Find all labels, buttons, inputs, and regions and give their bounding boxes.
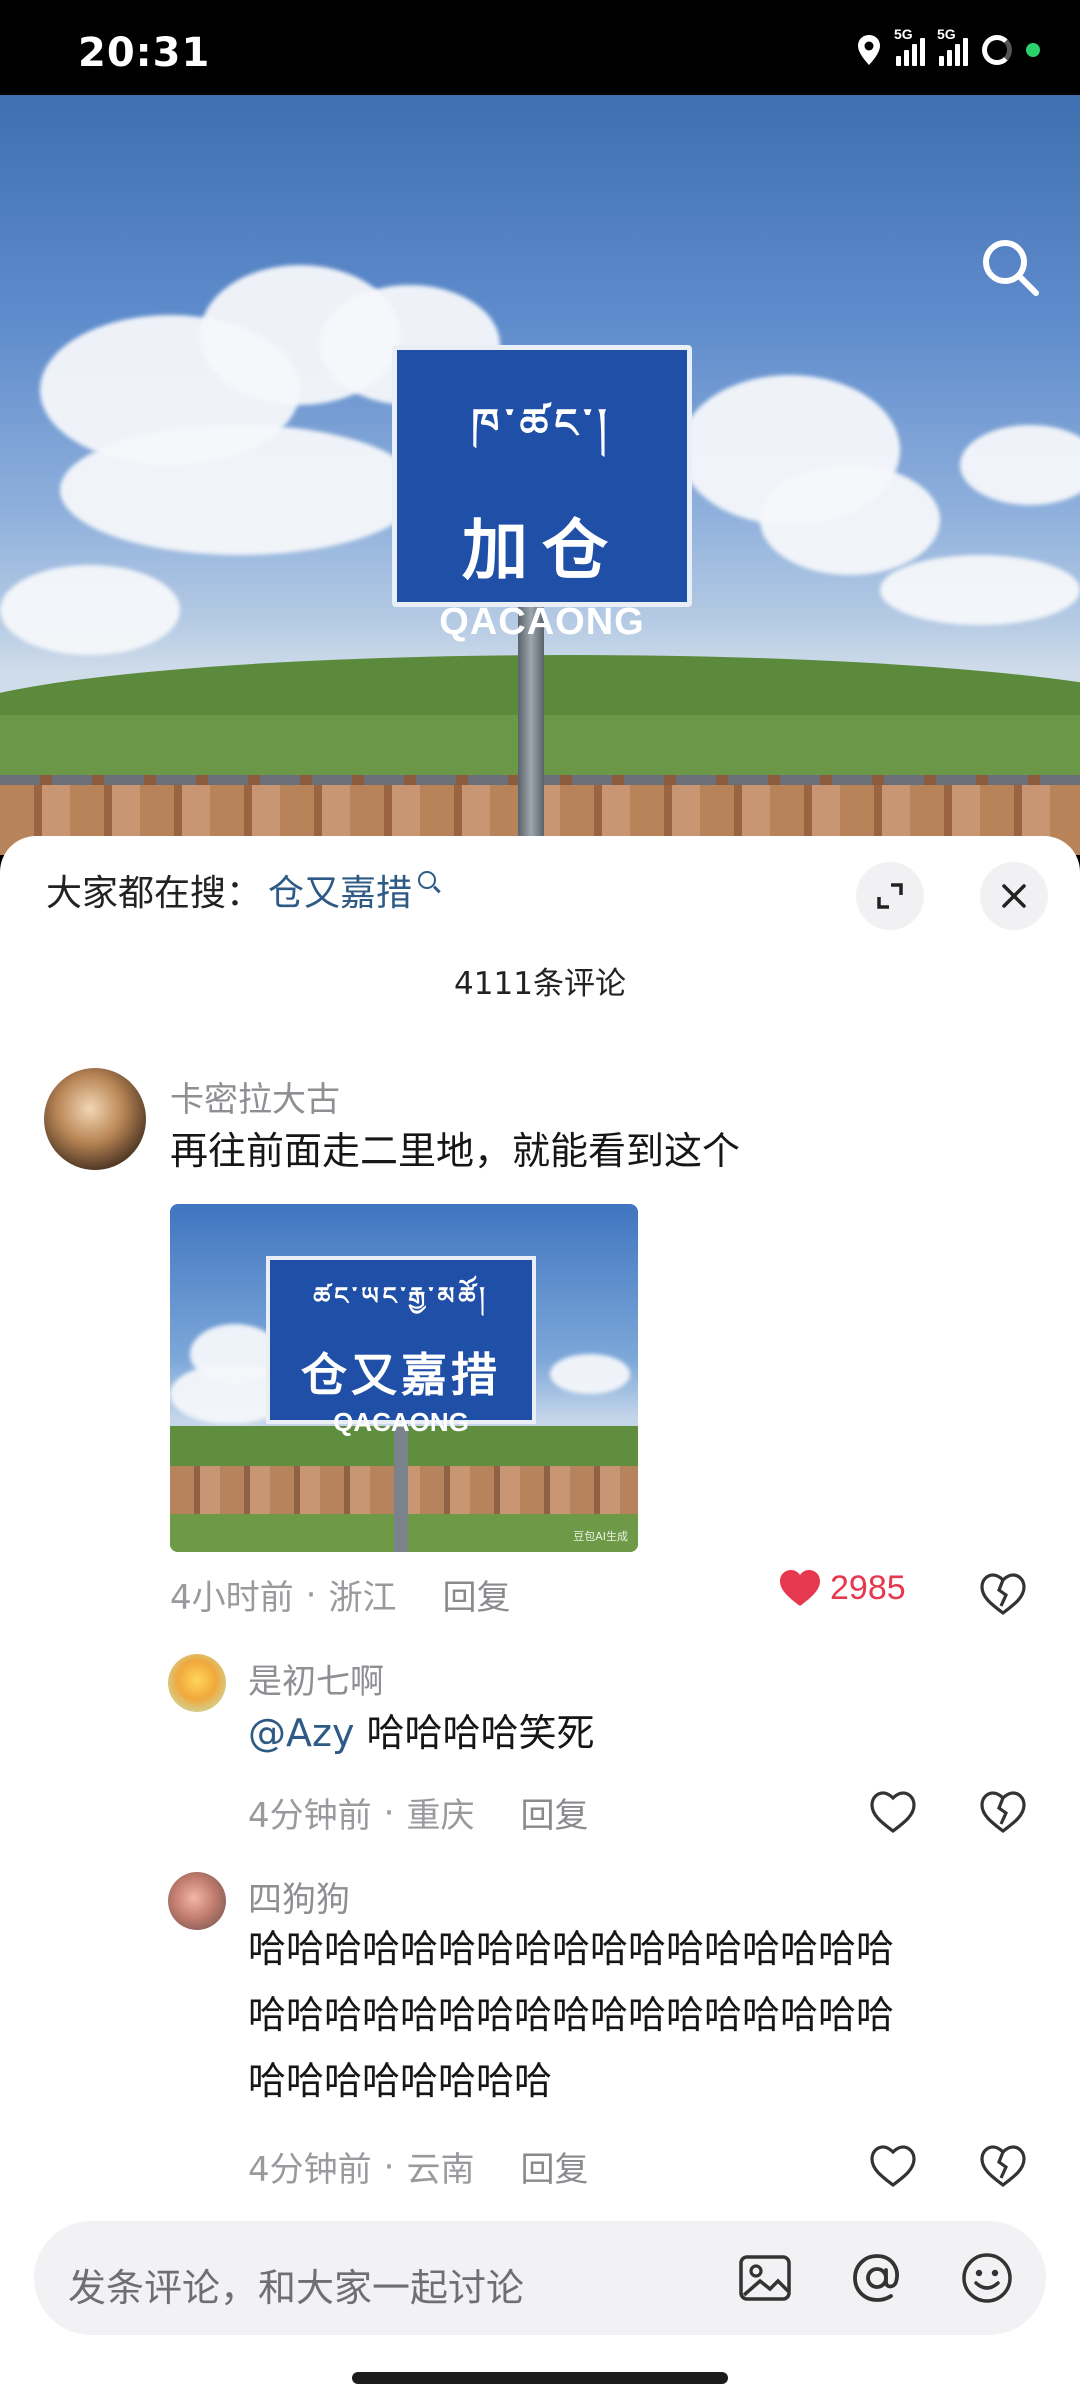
emoji-icon[interactable] <box>958 2249 1016 2307</box>
comment-input[interactable]: 发条评论，和大家一起讨论 <box>34 2221 1046 2335</box>
signal-label: 5G <box>894 26 913 42</box>
comment-text: 再往前面走二里地，就能看到这个 <box>170 1129 741 1173</box>
status-time: 20:31 <box>78 30 211 76</box>
privacy-dot-icon <box>1026 43 1040 57</box>
location-icon <box>858 35 880 65</box>
search-icon[interactable] <box>978 235 1042 299</box>
comment-time: 4小时前 <box>170 1578 294 1618</box>
sign-tibetan-text: ཁ་ཚང་། <box>471 401 613 447</box>
thumb-sign-english: QACAONG <box>333 1407 469 1437</box>
signal-icon: 5G <box>894 26 925 66</box>
avatar[interactable] <box>44 1068 146 1170</box>
comment-location: 浙江 <box>328 1578 397 1618</box>
reply-button[interactable]: 回复 <box>520 1788 588 1837</box>
close-button[interactable] <box>980 862 1048 930</box>
reply-location: 云南 <box>406 2150 475 2190</box>
heart-outline-icon[interactable] <box>868 1786 918 1836</box>
dislike-icon[interactable] <box>978 1786 1028 1836</box>
heart-outline-icon[interactable] <box>868 2140 918 2190</box>
comment-image[interactable]: ཚང་ཡང་རྒྱ་མཚོ། 仓又嘉措 QACAONG 豆包AI生成 <box>170 1204 638 1552</box>
comment-input-placeholder: 发条评论，和大家一起讨论 <box>68 2266 525 2310</box>
reply-meta: 4分钟前 · 云南 回复 <box>248 2142 588 2191</box>
dislike-icon[interactable] <box>978 1568 1028 1618</box>
status-icons: 5G 5G <box>856 26 1040 66</box>
reply-text: @Azy 哈哈哈哈笑死 <box>248 1700 595 1766</box>
home-indicator[interactable] <box>352 2372 728 2384</box>
thumb-road-sign: ཚང་ཡང་རྒྱ་མཚོ། 仓又嘉措 QACAONG <box>266 1256 536 1437</box>
comment-panel: 大家都在搜： 仓又嘉措 4111条评论 卡密拉大古 再往前面走二里地，就能看到这… <box>0 836 1080 2400</box>
reply-body: 哈哈哈哈笑死 <box>354 1711 595 1755</box>
reply-username[interactable]: 四狗狗 <box>248 1872 350 1921</box>
battery-ring-icon <box>982 35 1012 65</box>
thumb-sign-tibetan: ཚང་ཡང་རྒྱ་མཚོ། <box>313 1282 489 1310</box>
road-sign: ཁ་ཚང་། 加仓 QACAONG <box>392 345 692 643</box>
reply-meta: 4分钟前 · 重庆 回复 <box>248 1788 588 1837</box>
video-photo[interactable]: ཁ་ཚང་། 加仓 QACAONG <box>0 95 1080 855</box>
hot-search-bar[interactable]: 大家都在搜： 仓又嘉措 <box>46 864 437 916</box>
small-search-icon <box>418 871 437 889</box>
avatar[interactable] <box>168 1654 226 1712</box>
reply-text-line: 哈哈哈哈哈哈哈哈哈哈哈哈哈哈哈哈哈 <box>248 1927 895 1971</box>
reply-username[interactable]: 是初七啊 <box>248 1654 384 1703</box>
reply-button[interactable]: 回复 <box>520 2142 588 2191</box>
sign-chinese-text: 加仓 <box>462 512 622 589</box>
like-button[interactable]: 2985 <box>778 1568 906 1608</box>
reply-text-line: 哈哈哈哈哈哈哈哈哈哈哈哈哈哈哈哈哈 <box>248 1993 895 2037</box>
like-count: 2985 <box>830 1568 906 1607</box>
signal-icon: 5G <box>937 26 968 66</box>
dislike-icon[interactable] <box>978 2140 1028 2190</box>
thumb-sign-chinese: 仓又嘉措 <box>301 1348 501 1402</box>
avatar[interactable] <box>168 1872 226 1930</box>
comment-count: 4111条评论 <box>454 966 626 1002</box>
reply-time: 4分钟前 <box>248 2150 372 2190</box>
expand-button[interactable] <box>856 862 924 930</box>
reply-time: 4分钟前 <box>248 1796 372 1836</box>
reply-mention[interactable]: @Azy <box>248 1711 354 1755</box>
sign-english-text: QACAONG <box>439 601 645 643</box>
heart-icon <box>780 1570 820 1606</box>
reply-location: 重庆 <box>406 1796 475 1836</box>
reply-button[interactable]: 回复 <box>442 1570 510 1619</box>
comment-username[interactable]: 卡密拉大古 <box>170 1072 340 1121</box>
signal-label: 5G <box>937 26 956 42</box>
ai-watermark: 豆包AI生成 <box>573 1530 628 1543</box>
image-icon[interactable] <box>736 2249 794 2307</box>
expand-icon <box>877 883 903 909</box>
close-icon <box>1002 884 1026 908</box>
at-icon[interactable] <box>848 2249 906 2307</box>
hot-search-prefix: 大家都在搜： <box>46 873 263 914</box>
hot-search-keyword[interactable]: 仓又嘉措 <box>268 864 412 916</box>
reply-text-line: 哈哈哈哈哈哈哈哈 <box>248 2059 553 2103</box>
status-bar: 20:31 5G 5G <box>0 0 1080 95</box>
comment-meta: 4小时前 · 浙江 回复 <box>170 1570 510 1619</box>
